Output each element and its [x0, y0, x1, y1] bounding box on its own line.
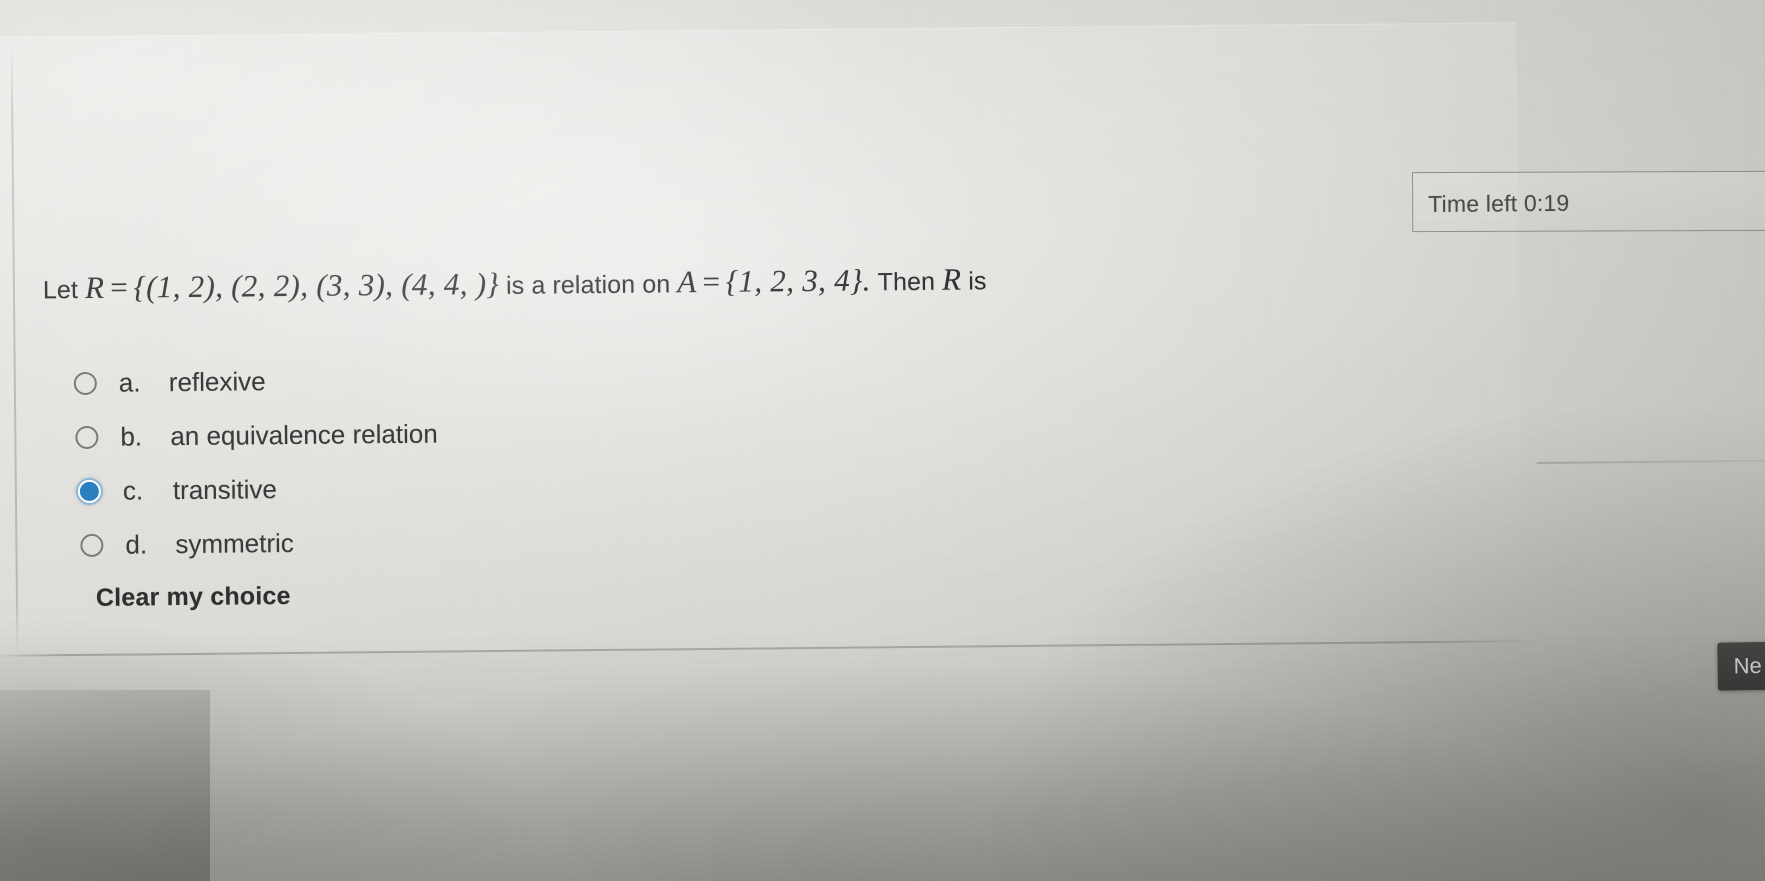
question-prefix: Let — [42, 276, 79, 305]
answer-option-a[interactable]: a. reflexive — [73, 366, 266, 399]
question-suffix-tail: is — [968, 267, 987, 296]
option-label-b: an equivalence relation — [170, 418, 438, 452]
question-equals-1: = — [108, 269, 130, 305]
clear-my-choice-link[interactable]: Clear my choice — [96, 582, 291, 613]
question-suffix-text: Then — [877, 267, 936, 297]
quiz-screenshot: Time left 0:19 Let R = {(1, 2), (2, 2), … — [0, 0, 1765, 881]
card-edge-right — [1536, 459, 1765, 465]
radio-button-a[interactable] — [73, 371, 97, 396]
answer-option-b[interactable]: b. an equivalence relation — [75, 419, 438, 453]
quiz-question-card — [0, 22, 1523, 657]
question-relation-symbol: R — [84, 269, 105, 305]
radio-button-d[interactable] — [80, 533, 104, 558]
question-relation-set: {(1, 2), (2, 2), (3, 3), (4, 4, )} — [133, 265, 500, 305]
question-suffix-symbol: R — [941, 261, 962, 297]
question-text: Let R = {(1, 2), (2, 2), (3, 3), (4, 4, … — [42, 261, 987, 305]
question-middle-text: is a relation on — [505, 270, 671, 300]
option-label-c: transitive — [172, 474, 278, 506]
content-plane: Time left 0:19 Let R = {(1, 2), (2, 2), … — [0, 0, 1765, 881]
option-letter-b: b. — [120, 421, 143, 452]
next-page-button[interactable]: Ne — [1717, 640, 1765, 691]
option-letter-d: d. — [125, 529, 148, 560]
answer-option-d[interactable]: d. symmetric — [80, 528, 294, 561]
time-left-label: Time left 0:19 — [1428, 189, 1570, 218]
radio-button-b[interactable] — [75, 425, 99, 450]
question-set-value: {1, 2, 3, 4}. — [725, 262, 871, 299]
option-letter-c: c. — [122, 475, 144, 506]
option-label-d: symmetric — [175, 527, 294, 560]
question-equals-2: = — [700, 263, 722, 300]
answer-option-c[interactable]: c. transitive — [77, 474, 278, 507]
option-label-a: reflexive — [168, 366, 266, 398]
radio-button-c[interactable] — [77, 479, 101, 504]
option-letter-a: a. — [118, 367, 141, 398]
question-set-symbol: A — [677, 264, 697, 300]
